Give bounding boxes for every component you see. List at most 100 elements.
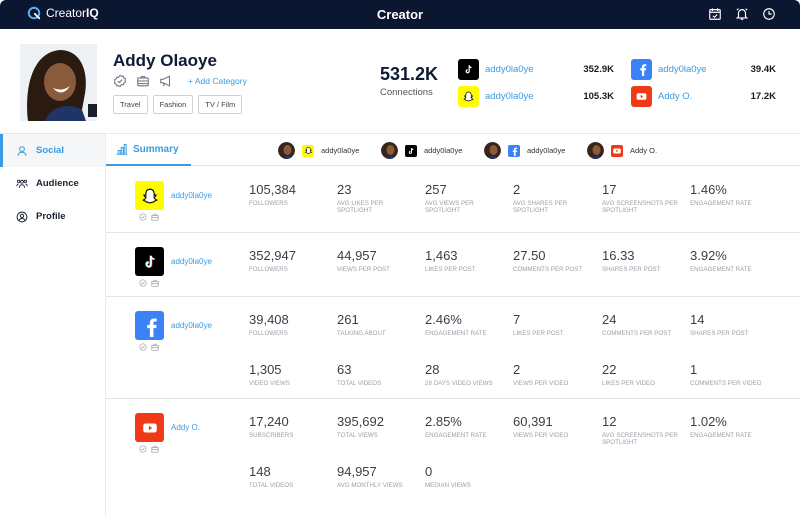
sidebar-item-social[interactable]: Social (0, 134, 105, 167)
sidebar-item-profile[interactable]: Profile (0, 200, 105, 233)
stat-cell: 2.85% Engagement rate (425, 414, 507, 439)
tab-account-facebook[interactable]: addy0la0ye (484, 142, 565, 159)
platform-row-facebook: addy0la0ye 39,408 Followers 261 Talking abo… (106, 297, 800, 399)
stat-value: 352,947 (249, 248, 296, 263)
stat-value: 27.50 (513, 248, 546, 263)
calendar-check-icon[interactable] (708, 7, 722, 21)
briefcase-icon[interactable] (136, 74, 150, 88)
stat-label: Engagement rate (690, 200, 752, 207)
account-handle: addy0la0ye (485, 90, 534, 102)
briefcase-icon (151, 279, 159, 287)
tab-account-handle: Addy O. (630, 146, 658, 155)
add-category-link[interactable]: + Add Category (188, 76, 247, 86)
stat-label: Likes per post (425, 266, 476, 273)
account-link-facebook[interactable]: addy0la0ye (631, 58, 707, 80)
stat-value: 28 (425, 362, 440, 377)
platform-handle[interactable]: addy0la0ye (171, 257, 212, 266)
user-icon (17, 145, 27, 156)
account-count: 17.2K (750, 91, 776, 102)
stat-value: 12 (602, 414, 617, 429)
tab-account-snapchat[interactable]: addy0la0ye (278, 142, 359, 159)
stat-cell: 22 Likes per video (602, 362, 684, 387)
stat-cell: 148 Total videos (249, 464, 331, 489)
stat-value: 257 (425, 182, 447, 197)
stat-label: Likes per video (602, 380, 655, 387)
clock-icon[interactable] (762, 7, 776, 21)
account-count: 39.4K (750, 64, 776, 75)
category-tag[interactable]: TV / Film (198, 95, 243, 114)
stat-label: Engagement rate (425, 432, 487, 439)
stat-cell: 0 Median views (425, 464, 507, 489)
stat-cell: 2.46% Engagement rate (425, 312, 507, 337)
connections-total: 531.2K (380, 64, 439, 84)
stat-label: Avg monthly views (337, 482, 403, 489)
tab-account-handle: addy0la0ye (527, 146, 566, 155)
verified-badge-icon[interactable] (113, 74, 127, 88)
stat-label: Followers (249, 200, 288, 207)
stat-value: 60,391 (513, 414, 553, 429)
stat-value: 17 (602, 182, 617, 197)
platform-handle[interactable]: Addy O. (171, 423, 200, 432)
tiktok-icon (458, 58, 479, 80)
account-link-snapchat[interactable]: addy0la0ye (458, 85, 534, 107)
account-count: 352.9K (583, 64, 614, 75)
stat-label: Comments per video (690, 380, 762, 387)
account-link-tiktok[interactable]: addy0la0ye (458, 58, 534, 80)
connections-label: Connections (380, 87, 433, 98)
stat-cell: 352,947 Followers (249, 248, 331, 273)
stat-cell: 1,305 Video views (249, 362, 331, 387)
account-link-youtube[interactable]: Addy O. (631, 85, 692, 107)
verified-badge-icon (139, 279, 147, 287)
tiktok-icon (135, 247, 164, 276)
mini-avatar (587, 142, 604, 159)
bar-chart-icon (116, 144, 128, 155)
snapchat-icon (458, 85, 479, 107)
stat-label: Talking about (337, 330, 386, 337)
stat-value: 2 (513, 362, 521, 377)
stat-label: Avg views per spotlight (425, 200, 474, 215)
stat-cell: 1,463 Likes per post (425, 248, 507, 273)
stat-cell: 17 Avg screenshots per spotlight (602, 182, 684, 214)
stat-value: 148 (249, 464, 271, 479)
stat-value: 24 (602, 312, 617, 327)
platform-handle[interactable]: addy0la0ye (171, 321, 212, 330)
stat-value: 1,463 (425, 248, 458, 263)
mini-avatar (278, 142, 295, 159)
sidebar-item-audience[interactable]: Audience (0, 167, 105, 200)
account-tabs: Summary addy0la0ye addy0la0ye addy0la0ye… (106, 134, 800, 166)
mini-avatar (381, 142, 398, 159)
creator-name: Addy Olaoye (113, 51, 217, 70)
platform-handle[interactable]: addy0la0ye (171, 191, 212, 200)
category-tag[interactable]: Travel (113, 95, 148, 114)
bell-icon[interactable] (735, 7, 749, 21)
tab-summary[interactable]: Summary (106, 134, 191, 166)
category-tags: Travel Fashion TV / Film (113, 95, 243, 114)
stat-label: Total videos (249, 482, 294, 489)
verified-badge-icon (139, 445, 147, 453)
verified-badge-icon (139, 213, 147, 221)
stat-label: Views per video (513, 380, 569, 387)
megaphone-icon[interactable] (159, 74, 173, 88)
category-tag[interactable]: Fashion (152, 95, 194, 114)
briefcase-icon (151, 445, 159, 453)
stat-label: Comments per post (602, 330, 672, 337)
youtube-icon (135, 413, 164, 442)
stat-label: Views per post (337, 266, 390, 273)
tab-account-youtube[interactable]: Addy O. (587, 142, 657, 159)
stat-cell: 7 Likes per post (513, 312, 595, 337)
account-handle: Addy O. (658, 90, 693, 102)
stat-label: Total views (337, 432, 378, 439)
account-count: 105.3K (583, 91, 614, 102)
stat-value: 1,305 (249, 362, 282, 377)
stat-label: 28 days video views (425, 380, 493, 387)
tab-account-tiktok[interactable]: addy0la0ye (381, 142, 462, 159)
tab-account-handle: addy0la0ye (321, 146, 360, 155)
stat-value: 3.92% (690, 248, 727, 263)
stat-cell: 12 Avg screenshots per spotlight (602, 414, 684, 446)
stat-value: 0 (425, 464, 433, 479)
stat-label: Engagement rate (425, 330, 487, 337)
sidebar: Social Audience Profile (0, 134, 106, 517)
stat-label: Engagement rate (690, 266, 752, 273)
youtube-icon (631, 85, 652, 107)
stat-label: Avg shares per spotlight (513, 200, 568, 215)
